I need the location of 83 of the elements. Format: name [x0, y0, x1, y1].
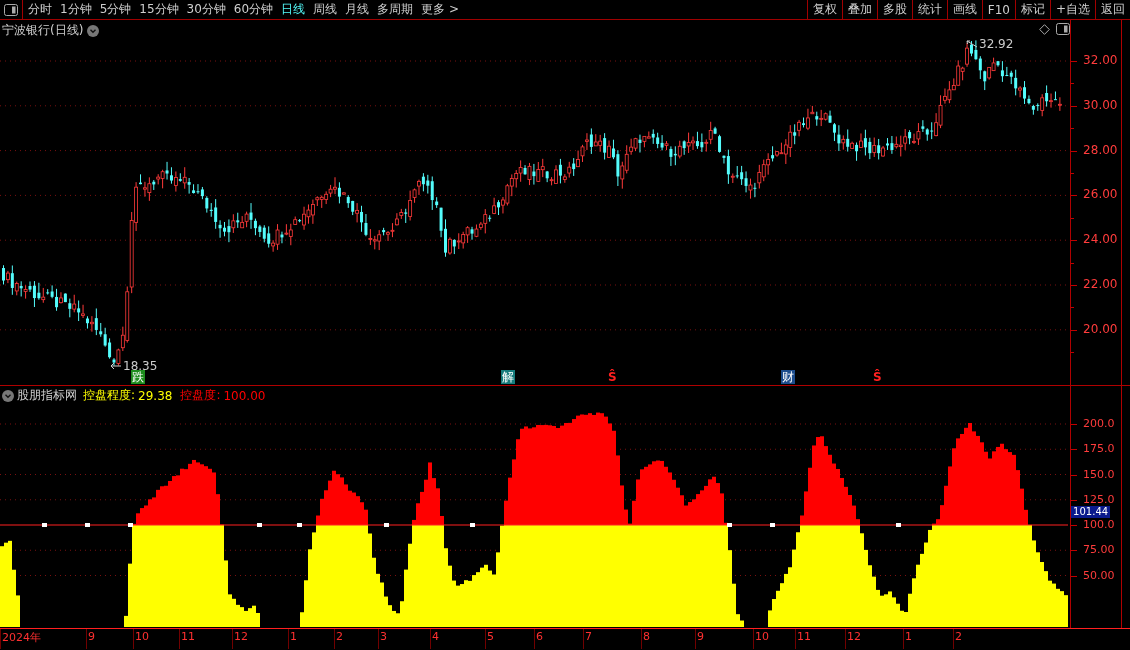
axis-label: 75.00 [1083, 544, 1115, 557]
toolbar-button[interactable]: 叠加 [841, 0, 877, 19]
period-tab[interactable]: 日线 [281, 1, 306, 18]
period-tab[interactable]: 更多 > [421, 1, 459, 18]
level-marker [770, 523, 775, 527]
period-tab[interactable]: 30分钟 [186, 1, 226, 18]
level-marker [384, 523, 389, 527]
axis-label: 10 [755, 630, 769, 643]
toolbar-button[interactable]: 统计 [911, 0, 947, 19]
chevron-down-icon[interactable] [2, 389, 14, 402]
level-marker [470, 523, 475, 527]
axis-label: 150.0 [1083, 468, 1115, 481]
toolbar-button[interactable]: 画线 [946, 0, 982, 19]
axis-label: 10 [135, 630, 149, 643]
axis-label: 1 [905, 630, 912, 643]
axis-label: 30.00 [1083, 97, 1118, 112]
toolbar-button[interactable]: 复权 [806, 0, 842, 19]
level-marker [85, 523, 90, 527]
period-tab[interactable]: 周线 [313, 1, 338, 18]
axis-label: 6 [536, 630, 543, 643]
event-badge[interactable]: 跌 [131, 370, 145, 384]
axis-label: 11 [797, 630, 811, 643]
arrow-icon [966, 40, 978, 48]
axis-label: 7 [585, 630, 592, 643]
series-label: 控盘度: [180, 387, 221, 404]
level-marker [42, 523, 47, 527]
level-marker [128, 523, 133, 527]
axis-label: 22.00 [1083, 277, 1118, 291]
current-value-badge: 101.44 [1071, 506, 1111, 518]
panel-toggle-icon[interactable] [1056, 23, 1070, 35]
toolbar-button[interactable]: 返回 [1095, 0, 1130, 19]
axis-label: 100.0 [1083, 519, 1115, 531]
axis-label: 125.0 [1083, 493, 1115, 506]
level-marker [257, 523, 262, 527]
axis-label: 9 [697, 630, 704, 643]
indicator-name: 股朋指标网 [17, 387, 77, 404]
axis-label: 1 [290, 630, 297, 643]
axis-label: 9 [88, 630, 95, 643]
period-tab[interactable]: 60分钟 [233, 1, 274, 18]
event-symbol[interactable]: Ŝ [608, 370, 617, 384]
axis-label: 200.0 [1083, 418, 1115, 430]
period-tab[interactable]: 15分钟 [139, 1, 179, 18]
toolbar-button[interactable]: +自选 [1049, 0, 1095, 19]
level-marker [297, 523, 302, 527]
axis-label: 20.00 [1083, 321, 1118, 336]
arrow-icon [110, 362, 122, 370]
axis-label: 175.0 [1083, 443, 1115, 456]
price-label: 18.35 [123, 359, 158, 373]
level-marker [896, 523, 901, 527]
period-tab[interactable]: 5分钟 [99, 1, 132, 18]
axis-label: 5 [487, 630, 494, 643]
chart-title: 宁波银行(日线) [2, 22, 84, 39]
event-badge[interactable]: 解 [501, 370, 515, 384]
axis-label: 3 [380, 630, 387, 643]
price-label: 32.92 [979, 37, 1014, 51]
axis-label: 12 [234, 630, 248, 643]
series-label: 控盘程度: [83, 387, 136, 404]
period-tab[interactable]: 月线 [345, 1, 370, 18]
axis-label: 24.00 [1083, 232, 1118, 247]
event-badge[interactable]: 财 [781, 370, 795, 384]
axis-label: 2 [955, 630, 962, 643]
toolbar-button[interactable]: F10 [981, 0, 1015, 19]
series-value: 29.38 [138, 388, 173, 403]
axis-label: 4 [432, 630, 439, 643]
level-marker [727, 523, 732, 527]
period-tab[interactable]: 多周期 [377, 1, 414, 18]
axis-label: 2 [336, 630, 343, 643]
chevron-down-icon[interactable] [87, 24, 100, 37]
axis-label: 8 [643, 630, 650, 643]
period-tab[interactable]: 分时 [28, 1, 52, 18]
toolbar-button[interactable]: 标记 [1014, 0, 1050, 19]
axis-label: 28.00 [1083, 142, 1118, 157]
diamond-icon[interactable] [1039, 24, 1050, 35]
axis-label: 12 [847, 630, 861, 643]
axis-label: 2024年 [2, 630, 41, 645]
axis-label: 26.00 [1083, 187, 1118, 202]
toolbar-button[interactable]: 多股 [876, 0, 912, 19]
axis-label: 11 [181, 630, 195, 643]
axis-label: 32.00 [1083, 53, 1118, 67]
axis-label: 50.00 [1083, 569, 1115, 582]
event-symbol[interactable]: Ŝ [873, 370, 882, 384]
series-value: 100.00 [223, 388, 266, 403]
period-tab[interactable]: 1分钟 [60, 1, 92, 18]
